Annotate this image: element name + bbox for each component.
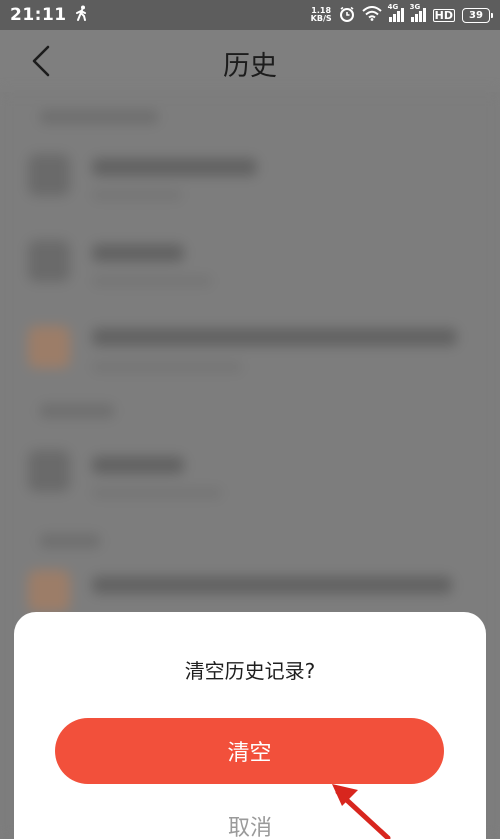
list-item-meta — [92, 190, 182, 200]
status-time: 21:11 — [10, 5, 67, 25]
list-item-title — [92, 158, 257, 176]
signal-icon: 3G — [410, 3, 426, 22]
list-item-icon — [28, 326, 70, 368]
red-arrow-annotation — [332, 784, 391, 839]
section-label — [40, 110, 158, 124]
clear-button-label: 清空 — [227, 741, 272, 766]
clear-button[interactable]: 清空 — [55, 718, 444, 784]
walk-icon — [75, 5, 89, 25]
list-item-icon — [28, 570, 70, 612]
section-label — [40, 534, 100, 548]
list-item-title — [92, 576, 452, 594]
section-label — [40, 404, 114, 418]
list-item-icon — [28, 450, 70, 492]
cancel-button[interactable]: 取消 — [14, 810, 486, 839]
status-icons: 1.18 KB/S 4G 3G HD 39 — [310, 3, 493, 25]
list-item-title — [92, 328, 457, 346]
alarm-icon — [339, 6, 355, 25]
list-item-title — [92, 456, 184, 474]
clear-history-dialog: 清空历史记录? 清空 取消 — [14, 612, 486, 839]
app-header: 历史 — [0, 30, 500, 92]
list-item-icon — [28, 240, 70, 282]
page-title: 历史 — [223, 51, 277, 82]
hd-icon: HD — [432, 8, 455, 22]
signal-icon: 4G — [388, 3, 404, 22]
list-item-icon — [28, 154, 70, 196]
network-speed: 1.18 KB/S — [310, 6, 332, 23]
list-item-meta — [92, 276, 212, 286]
wifi-icon — [361, 6, 382, 24]
list-item-meta — [92, 362, 242, 372]
list-item-meta — [92, 488, 222, 498]
battery-icon: 39 — [462, 7, 493, 23]
dialog-title: 清空历史记录? — [184, 659, 316, 683]
list-item-title — [92, 244, 184, 262]
status-bar: 21:11 1.18 KB/S 4G 3G HD 39 — [0, 0, 500, 30]
